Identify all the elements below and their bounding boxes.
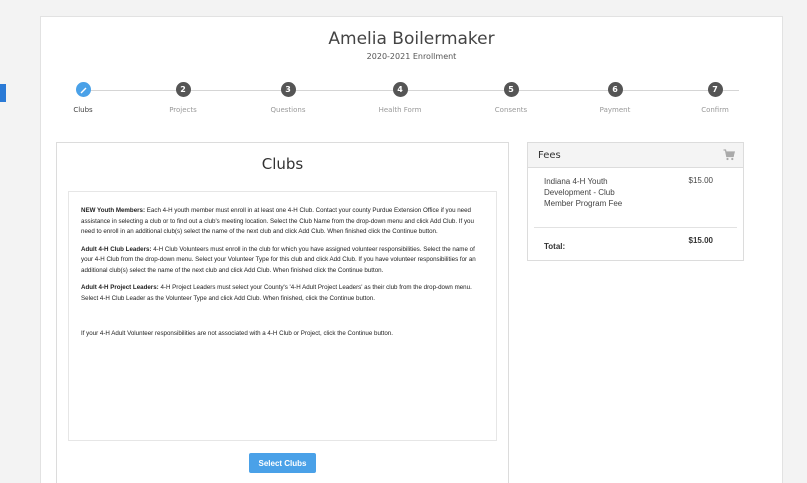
- step-clubs[interactable]: Clubs: [43, 82, 123, 114]
- fee-description: Indiana 4-H Youth Development - Club Mem…: [544, 177, 623, 208]
- fees-title: Fees: [538, 149, 561, 161]
- enrollment-header: Amelia Boilermaker 2020-2021 Enrollment: [41, 17, 782, 61]
- instructions-club-leaders: Adult 4-H Club Leaders: 4-H Club Volunte…: [81, 245, 484, 277]
- step-projects[interactable]: 2 Projects: [143, 82, 223, 114]
- fees-panel: Fees Indiana 4-H Youth Development - Clu…: [527, 142, 744, 261]
- step-number: 2: [175, 82, 191, 97]
- pencil-icon: [75, 82, 91, 97]
- step-number: 4: [392, 82, 408, 97]
- select-clubs-button[interactable]: Select Clubs: [249, 453, 316, 473]
- enrollment-year: 2020-2021 Enrollment: [366, 52, 457, 61]
- instructions-heading: Adult 4-H Project Leaders:: [81, 284, 159, 291]
- total-label: Total:: [544, 242, 566, 251]
- step-questions[interactable]: 3 Questions: [248, 82, 328, 114]
- cart-icon: [723, 149, 735, 161]
- step-number: 5: [503, 82, 519, 97]
- fees-header: Fees: [528, 143, 743, 168]
- fee-amount: $15.00: [688, 176, 713, 185]
- fees-total-row: Total: $15.00: [534, 228, 737, 254]
- step-label: Projects: [169, 106, 197, 114]
- enrollment-card: Amelia Boilermaker 2020-2021 Enrollment …: [40, 16, 783, 483]
- instructions-heading: NEW Youth Members:: [81, 207, 146, 214]
- step-number: 6: [607, 82, 623, 97]
- step-confirm[interactable]: 7 Confirm: [675, 82, 755, 114]
- fee-item: Indiana 4-H Youth Development - Club Mem…: [534, 168, 737, 228]
- instructions-box: NEW Youth Members: Each 4-H youth member…: [68, 191, 497, 441]
- step-number: 7: [707, 82, 723, 97]
- step-payment[interactable]: 6 Payment: [575, 82, 655, 114]
- step-label: Clubs: [73, 106, 93, 114]
- step-label: Consents: [494, 106, 528, 114]
- step-health-form[interactable]: 4 Health Form: [360, 82, 440, 114]
- instructions-project-leaders: Adult 4-H Project Leaders: 4-H Project L…: [81, 283, 484, 304]
- clubs-title: Clubs: [261, 155, 304, 173]
- step-consents[interactable]: 5 Consents: [471, 82, 551, 114]
- clubs-panel: Clubs NEW Youth Members: Each 4-H youth …: [56, 142, 509, 483]
- step-label: Health Form: [378, 106, 422, 114]
- total-amount: $15.00: [688, 236, 713, 245]
- step-label: Confirm: [701, 106, 729, 114]
- step-label: Payment: [599, 106, 631, 114]
- step-label: Questions: [270, 106, 306, 114]
- member-name: Amelia Boilermaker: [328, 29, 495, 49]
- progress-stepper: Clubs 2 Projects 3 Questions 4 Health Fo…: [41, 82, 784, 122]
- instructions-continue: If your 4-H Adult Volunteer responsibili…: [81, 330, 393, 337]
- step-number: 3: [280, 82, 296, 97]
- left-edge-indicator: [0, 84, 6, 102]
- instructions-new-youth: NEW Youth Members: Each 4-H youth member…: [81, 206, 484, 238]
- instructions-heading: Adult 4-H Club Leaders:: [81, 245, 152, 253]
